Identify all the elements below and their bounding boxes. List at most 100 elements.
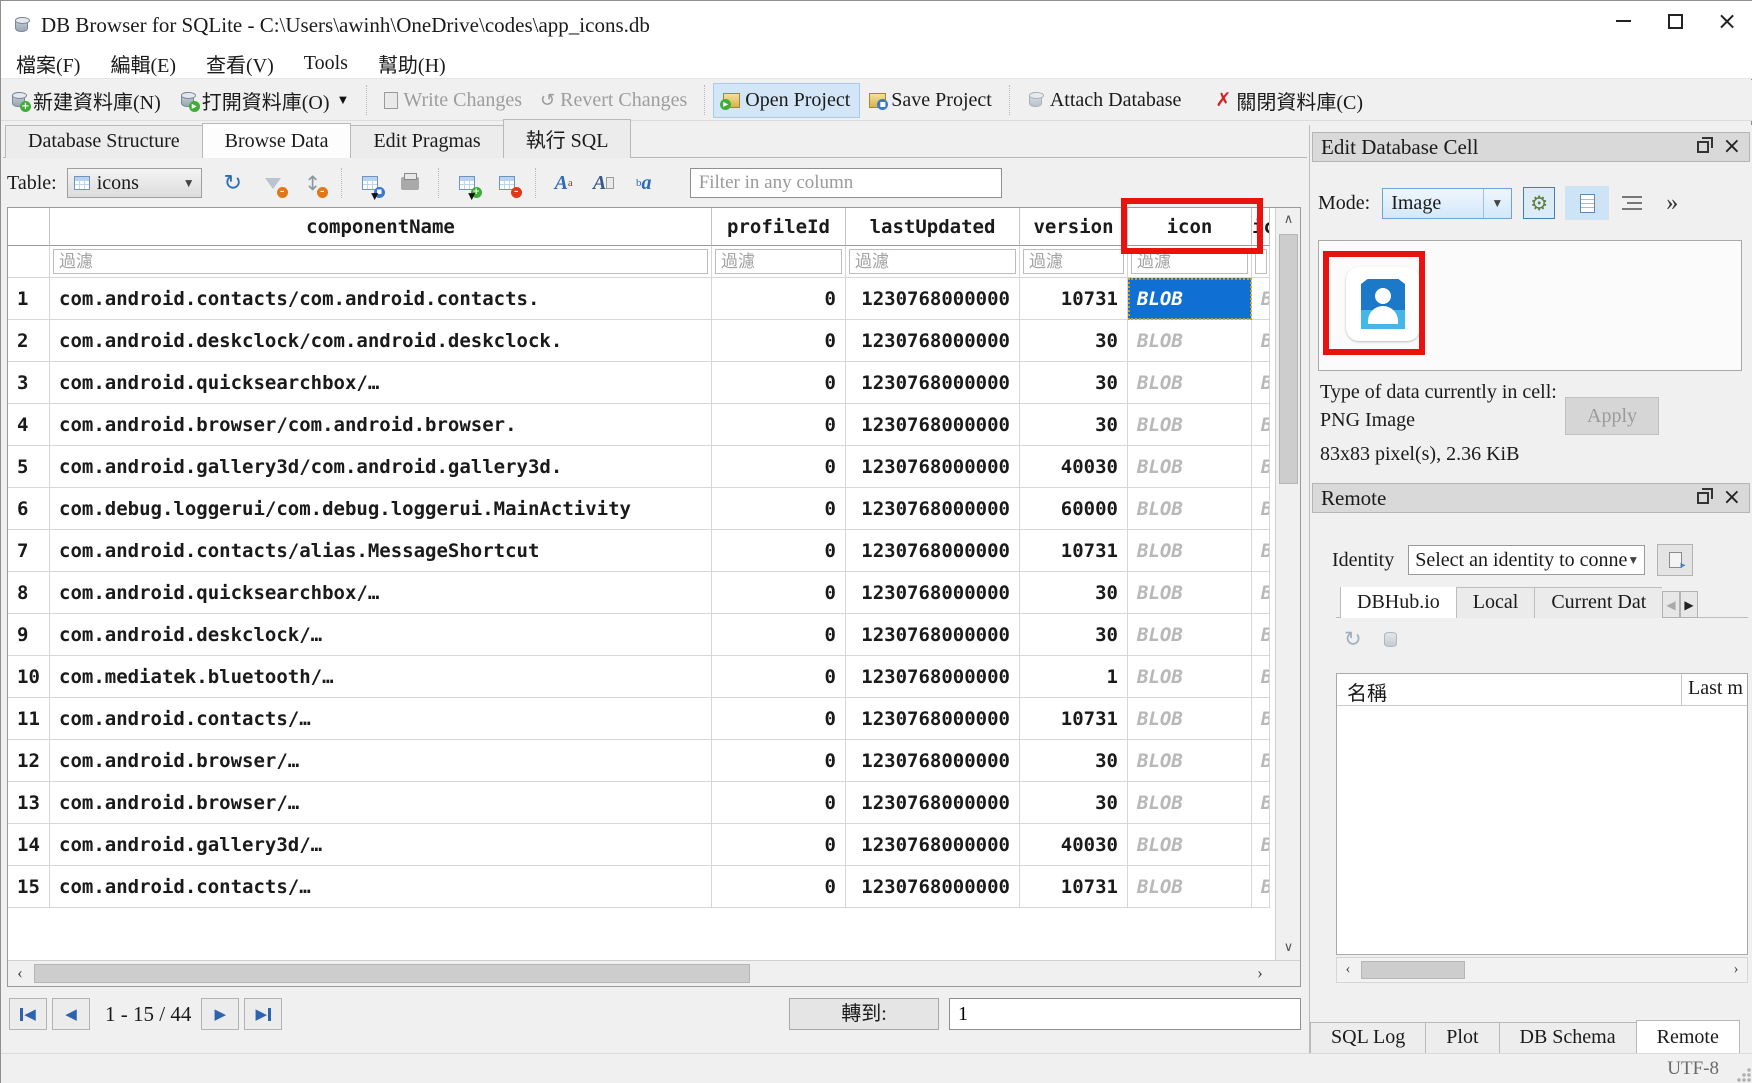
clipped-blob-cell[interactable]: BLOB xyxy=(1252,698,1270,740)
row-number-cell[interactable]: 10 xyxy=(8,656,50,698)
filter-input-version[interactable] xyxy=(1023,249,1124,274)
minimize-button[interactable] xyxy=(1597,1,1649,41)
mode-select[interactable]: Image ▼ xyxy=(1382,188,1512,219)
refresh-button[interactable]: ↻ xyxy=(220,170,246,196)
version-cell[interactable]: 30 xyxy=(1020,782,1128,824)
column-header-version[interactable]: version xyxy=(1020,208,1128,246)
open-in-editor-button[interactable] xyxy=(1565,186,1609,220)
clipped-blob-cell[interactable]: BLOB xyxy=(1252,782,1270,824)
lastUpdated-cell[interactable]: 1230768000000 xyxy=(846,572,1020,614)
attach-database-button[interactable]: Attach Database xyxy=(1018,84,1191,117)
filter-any-column-input[interactable] xyxy=(690,168,1002,198)
icon-blob-cell[interactable]: BLOB xyxy=(1128,278,1252,320)
row-number-cell[interactable]: 14 xyxy=(8,824,50,866)
filter-input-icon[interactable] xyxy=(1131,249,1248,274)
tab-browse-data[interactable]: Browse Data xyxy=(202,123,352,158)
new-database-button[interactable]: + 新建資料庫(N) xyxy=(1,81,170,120)
row-number-cell[interactable]: 1 xyxy=(8,278,50,320)
tab-scroll-right-icon[interactable]: ▶ xyxy=(1680,591,1698,618)
lastUpdated-cell[interactable]: 1230768000000 xyxy=(846,446,1020,488)
vertical-scrollbar-thumb[interactable] xyxy=(1279,234,1298,484)
revert-changes-button[interactable]: ↺ Revert Changes xyxy=(531,84,696,117)
profileId-cell[interactable]: 0 xyxy=(712,572,846,614)
tab-scroll-left-icon[interactable]: ◀ xyxy=(1662,591,1680,618)
icon-blob-cell[interactable]: BLOB xyxy=(1128,404,1252,446)
componentName-cell[interactable]: com.android.browser/… xyxy=(50,740,712,782)
clipped-blob-cell[interactable]: BLOB xyxy=(1252,530,1270,572)
componentName-cell[interactable]: com.android.quicksearchbox/… xyxy=(50,362,712,404)
menu-tools[interactable]: Tools xyxy=(289,52,363,75)
column-header-componentName[interactable]: componentName xyxy=(50,208,712,246)
version-cell[interactable]: 10731 xyxy=(1020,278,1128,320)
icon-blob-cell[interactable]: BLOB xyxy=(1128,866,1252,908)
version-cell[interactable]: 30 xyxy=(1020,572,1128,614)
chevron-down-icon[interactable]: ▼ xyxy=(466,189,478,204)
resize-grip[interactable] xyxy=(1737,1068,1751,1082)
componentName-cell[interactable]: com.android.contacts/com.android.contact… xyxy=(50,278,712,320)
clear-sort-button[interactable]: ↕– xyxy=(300,170,326,196)
profileId-cell[interactable]: 0 xyxy=(712,278,846,320)
icon-blob-cell[interactable]: BLOB xyxy=(1128,740,1252,782)
profileId-cell[interactable]: 0 xyxy=(712,530,846,572)
clipped-blob-cell[interactable]: BLOB xyxy=(1252,320,1270,362)
version-cell[interactable]: 30 xyxy=(1020,404,1128,446)
format-toggle-1-button[interactable]: Aa xyxy=(551,170,577,196)
tab-current-database[interactable]: Current Dat xyxy=(1534,587,1662,618)
scroll-right-icon[interactable]: › xyxy=(1725,958,1747,982)
tab-edit-pragmas[interactable]: Edit Pragmas xyxy=(350,125,503,158)
profileId-cell[interactable]: 0 xyxy=(712,362,846,404)
version-cell[interactable]: 10731 xyxy=(1020,698,1128,740)
name-column-header[interactable]: 名稱 xyxy=(1337,674,1681,705)
menu-edit[interactable]: 編輯(E) xyxy=(95,49,191,78)
row-number-cell[interactable]: 12 xyxy=(8,740,50,782)
icon-blob-cell[interactable]: BLOB xyxy=(1128,698,1252,740)
goto-record-input[interactable] xyxy=(949,998,1301,1030)
format-toggle-3-button[interactable]: ba xyxy=(631,170,657,196)
import-data-button[interactable]: ⚙ xyxy=(1523,187,1555,219)
lastUpdated-cell[interactable]: 1230768000000 xyxy=(846,698,1020,740)
profileId-cell[interactable]: 0 xyxy=(712,740,846,782)
lastUpdated-cell[interactable]: 1230768000000 xyxy=(846,530,1020,572)
componentName-cell[interactable]: com.android.contacts/… xyxy=(50,698,712,740)
last-record-button[interactable]: ▶ xyxy=(244,998,282,1030)
lastUpdated-cell[interactable]: 1230768000000 xyxy=(846,782,1020,824)
row-number-cell[interactable]: 7 xyxy=(8,530,50,572)
tab-plot[interactable]: Plot xyxy=(1425,1022,1499,1053)
corner-header-cell[interactable] xyxy=(8,208,50,246)
horizontal-scrollbar[interactable]: ‹ › xyxy=(8,960,1300,986)
filter-input-ic[interactable] xyxy=(1255,249,1267,274)
icon-blob-cell[interactable]: BLOB xyxy=(1128,320,1252,362)
icon-blob-cell[interactable]: BLOB xyxy=(1128,614,1252,656)
clipped-blob-cell[interactable]: BLOB xyxy=(1252,446,1270,488)
clipped-blob-cell[interactable]: BLOB xyxy=(1252,278,1270,320)
filter-input-componentName[interactable] xyxy=(53,249,708,274)
print-button[interactable] xyxy=(397,170,423,196)
profileId-cell[interactable]: 0 xyxy=(712,488,846,530)
profileId-cell[interactable]: 0 xyxy=(712,614,846,656)
next-record-button[interactable]: ▶ xyxy=(201,998,239,1030)
horizontal-scrollbar-thumb[interactable] xyxy=(34,964,750,983)
version-cell[interactable]: 30 xyxy=(1020,362,1128,404)
icon-blob-cell[interactable]: BLOB xyxy=(1128,362,1252,404)
format-toggle-2-button[interactable]: A xyxy=(591,170,617,196)
table-select[interactable]: icons ▼ xyxy=(67,168,202,198)
tab-dbhub[interactable]: DBHub.io xyxy=(1340,587,1457,618)
lastUpdated-cell[interactable]: 1230768000000 xyxy=(846,614,1020,656)
icon-blob-cell[interactable]: BLOB xyxy=(1128,782,1252,824)
componentName-cell[interactable]: com.android.contacts/alias.MessageShortc… xyxy=(50,530,712,572)
float-panel-icon[interactable] xyxy=(1697,492,1709,504)
profileId-cell[interactable]: 0 xyxy=(712,320,846,362)
componentName-cell[interactable]: com.android.gallery3d/… xyxy=(50,824,712,866)
scroll-left-icon[interactable]: ‹ xyxy=(1337,958,1359,982)
row-number-cell[interactable]: 11 xyxy=(8,698,50,740)
componentName-cell[interactable]: com.android.browser/… xyxy=(50,782,712,824)
save-table-button[interactable]: ▪▼ xyxy=(357,170,383,196)
clipped-blob-cell[interactable]: BLOB xyxy=(1252,656,1270,698)
row-number-cell[interactable]: 6 xyxy=(8,488,50,530)
import-certificate-button[interactable] xyxy=(1657,544,1693,576)
icon-blob-cell[interactable]: BLOB xyxy=(1128,572,1252,614)
clear-filters-button[interactable]: – xyxy=(260,170,286,196)
close-button[interactable]: × xyxy=(1701,1,1752,41)
tab-sql-log[interactable]: SQL Log xyxy=(1310,1022,1426,1053)
open-project-button[interactable]: ▸ Open Project xyxy=(713,83,860,118)
